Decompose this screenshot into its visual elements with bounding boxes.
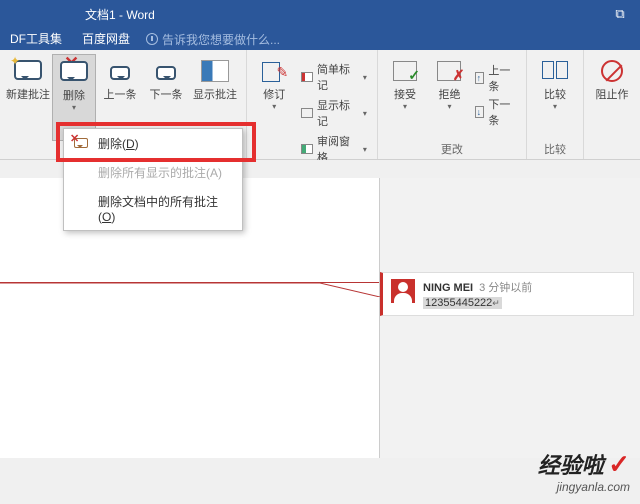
menu-delete[interactable]: ✕ 删除(D) — [64, 129, 242, 158]
comment-author: NING MEI — [423, 282, 473, 294]
group-protect: 阻止作 — [584, 50, 640, 159]
comment-icon — [60, 61, 88, 81]
chevron-down-icon: ▾ — [363, 73, 367, 82]
chevron-down-icon: ▾ — [553, 102, 557, 111]
prev-change-button[interactable]: 上一条 — [475, 62, 520, 94]
avatar-icon — [391, 279, 415, 303]
edit-pen-icon — [262, 60, 286, 84]
comment-time: 3 分钟以前 — [479, 279, 532, 295]
tell-me-hint[interactable]: 告诉我您想要做什么... — [140, 31, 280, 48]
chevron-down-icon: ▾ — [363, 145, 367, 154]
page-down-icon — [475, 106, 485, 118]
accept-icon — [393, 61, 417, 81]
chevron-down-icon: ▾ — [447, 102, 451, 111]
lightbulb-icon — [146, 33, 158, 45]
delete-comment-icon: ✕ — [74, 137, 90, 151]
comment-text: 12355445222↵ — [423, 297, 502, 309]
menu-delete-all[interactable]: 删除文档中的所有批注(O) — [64, 187, 242, 230]
restore-window-icon[interactable]: ⧉ — [600, 6, 640, 22]
compare-icon — [542, 61, 568, 81]
delete-dropdown-menu: ✕ 删除(D) 删除所有显示的批注(A) 删除文档中的所有批注(O) — [63, 128, 243, 231]
comments-pane: NING MEI 3 分钟以前 12355445222↵ — [380, 178, 640, 458]
chevron-down-icon: ▾ — [272, 102, 276, 111]
markup-icon — [301, 72, 313, 82]
watermark: 经验啦 ✓ jingyanla.com — [538, 448, 630, 494]
chevron-down-icon: ▾ — [403, 102, 407, 111]
next-change-button[interactable]: 下一条 — [475, 96, 520, 128]
page-up-icon — [475, 72, 485, 84]
compare-button[interactable]: 比较 ▾ — [533, 54, 577, 137]
group-revision: 修订 ▾ 简单标记▾ 显示标记▾ 审阅窗格▾ 修订 — [247, 50, 378, 159]
pane-icon — [301, 144, 313, 154]
comment-card[interactable]: NING MEI 3 分钟以前 12355445222↵ — [380, 272, 634, 316]
doc-title: 文档1 - Word — [85, 6, 155, 23]
check-icon: ✓ — [608, 449, 630, 479]
block-authors-button[interactable]: 阻止作 — [590, 54, 634, 159]
menu-delete-shown: 删除所有显示的批注(A) — [64, 158, 242, 187]
new-comment-button[interactable]: 新建批注 — [6, 54, 50, 141]
reject-button[interactable]: 拒绝 ▾ — [428, 54, 470, 137]
show-markup-button[interactable]: 显示标记▾ — [297, 96, 370, 130]
accept-button[interactable]: 接受 ▾ — [384, 54, 426, 137]
comment-icon — [156, 66, 176, 80]
reject-icon — [437, 61, 461, 81]
group-label-compare: 比较 — [533, 137, 577, 159]
group-compare: 比较 ▾ 比较 — [527, 50, 584, 159]
markup-icon — [301, 108, 313, 118]
tab-baidu-disk[interactable]: 百度网盘 — [72, 28, 140, 50]
comment-connector — [0, 283, 380, 297]
chevron-down-icon: ▾ — [363, 109, 367, 118]
group-label-changes: 更改 — [384, 137, 520, 159]
tell-me-text: 告诉我您想要做什么... — [162, 31, 280, 48]
group-changes: 接受 ▾ 拒绝 ▾ 上一条 下一条 更改 — [378, 50, 527, 159]
show-comments-icon — [201, 60, 229, 82]
markup-mode-select[interactable]: 简单标记▾ — [297, 60, 370, 94]
tab-pdf-tools[interactable]: DF工具集 — [0, 28, 72, 50]
ribbon-tabs: DF工具集 百度网盘 告诉我您想要做什么... — [0, 28, 640, 50]
block-icon — [601, 60, 623, 82]
chevron-down-icon: ▾ — [72, 103, 76, 112]
revise-button[interactable]: 修订 ▾ — [253, 54, 295, 166]
title-bar: 文档1 - Word ⧉ — [0, 0, 640, 28]
comment-new-icon — [14, 60, 42, 80]
comment-icon — [110, 66, 130, 80]
